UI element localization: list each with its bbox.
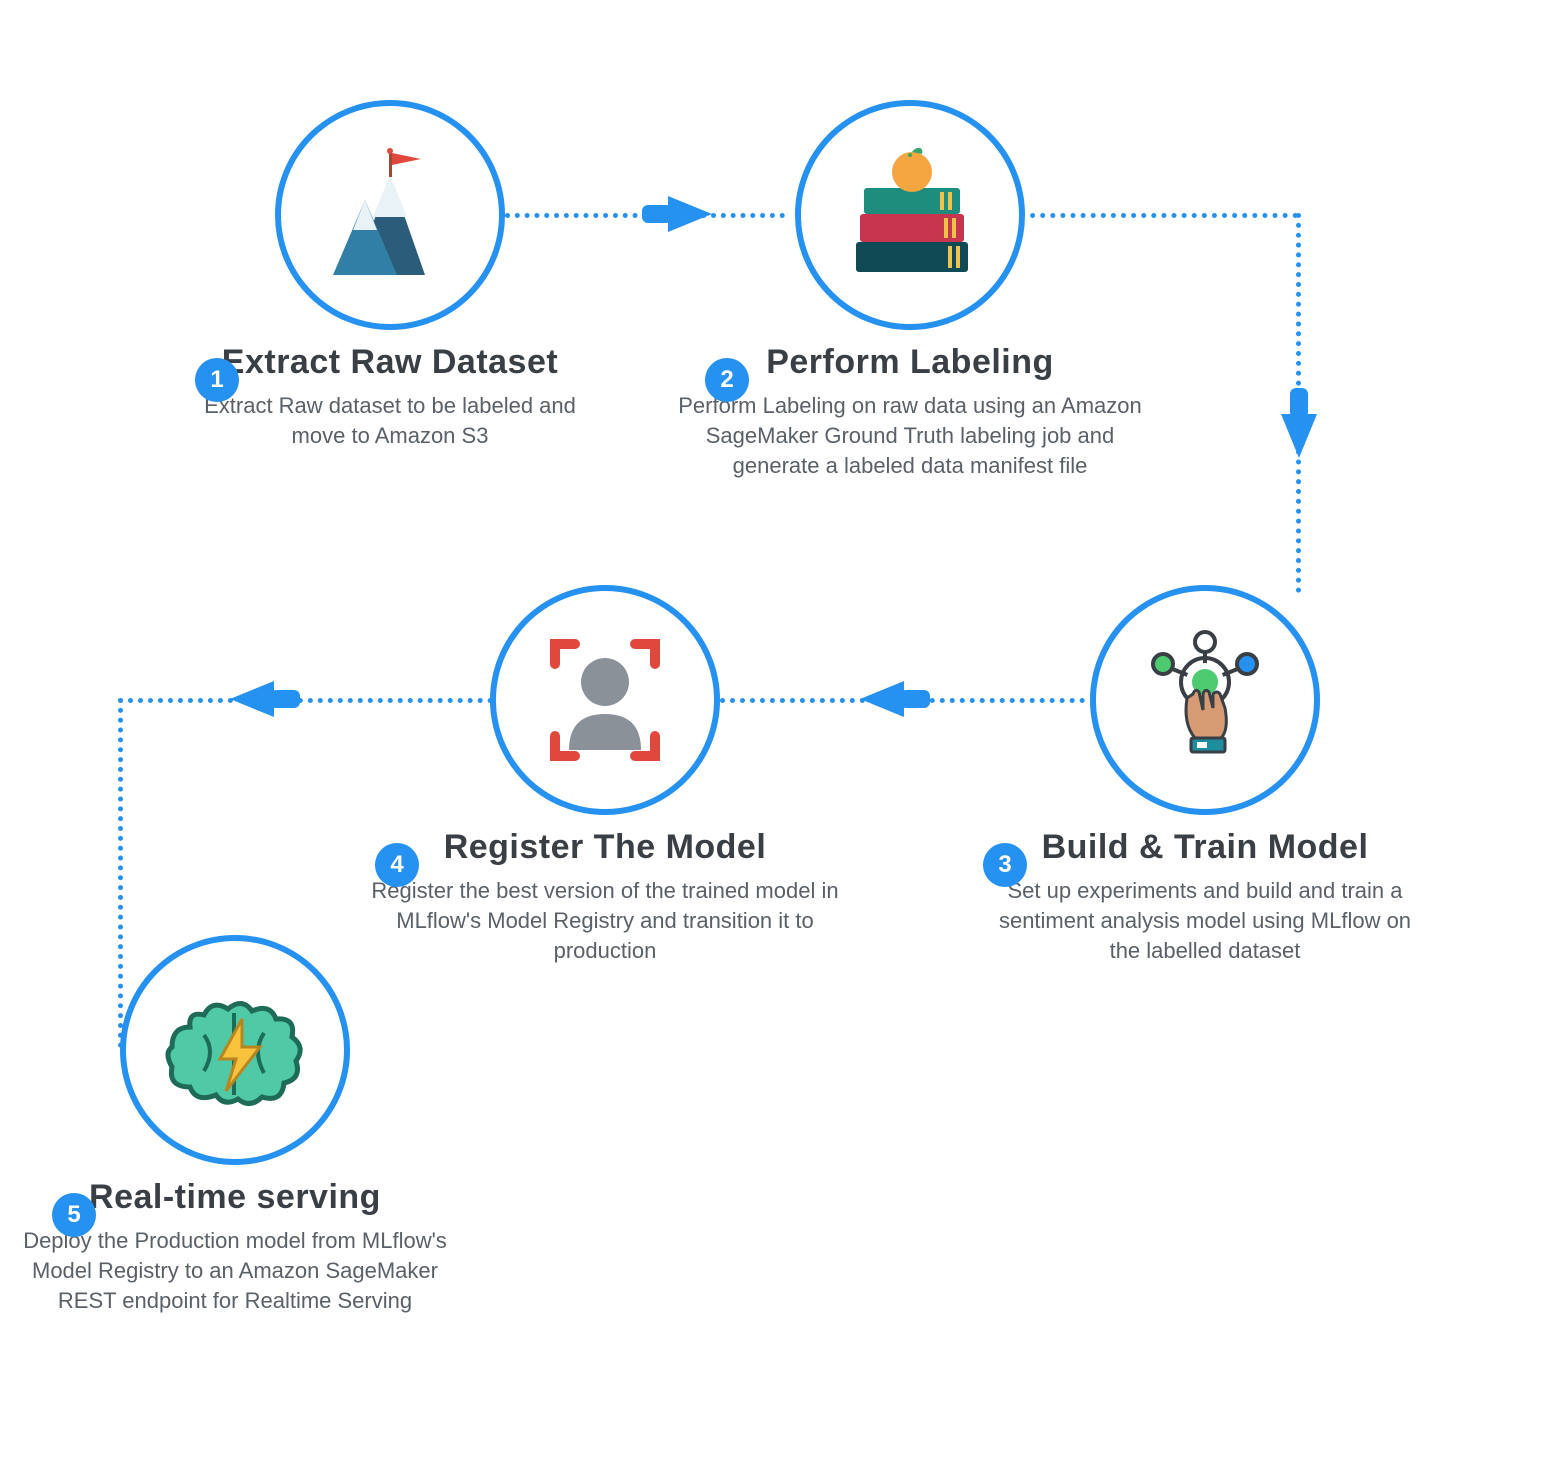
step-1-desc: Extract Raw dataset to be labeled and mo… [175, 391, 605, 450]
workflow-diagram: 1 Extract Raw Dataset Extract Raw datase… [0, 0, 1542, 1478]
step-5-desc: Deploy the Production model from MLflow'… [0, 1226, 470, 1315]
avatar-frame-icon [525, 620, 685, 780]
step-2-desc: Perform Labeling on raw data using an Am… [665, 391, 1155, 480]
step-1-circle [275, 100, 505, 330]
step-1-title: Extract Raw Dataset [175, 344, 605, 381]
step-3-badge: 3 [983, 843, 1027, 887]
step-4-circle [490, 585, 720, 815]
step-3-title: Build & Train Model [975, 829, 1435, 866]
arrow-4-5-tail [270, 690, 300, 708]
step-2-badge: 2 [705, 358, 749, 402]
arrow-3-4-tail [900, 690, 930, 708]
step-4: 4 Register The Model Register the best v… [345, 585, 865, 965]
step-1: 1 Extract Raw Dataset Extract Raw datase… [175, 100, 605, 451]
step-3-desc: Set up experiments and build and train a… [975, 876, 1435, 965]
step-5-number: 5 [67, 1201, 80, 1229]
step-4-number: 4 [390, 851, 403, 879]
step-5-badge: 5 [52, 1193, 96, 1237]
step-2-number: 2 [720, 366, 733, 394]
arrow-2-3-head [1281, 414, 1317, 458]
arrow-4-5-head [230, 681, 274, 717]
step-4-title: Register The Model [345, 829, 865, 866]
step-3: 3 Build & Train Model Set up experiments… [975, 585, 1435, 965]
step-4-badge: 4 [375, 843, 419, 887]
step-3-circle [1090, 585, 1320, 815]
step-1-badge: 1 [195, 358, 239, 402]
step-5-circle [120, 935, 350, 1165]
step-2: 2 Perform Labeling Perform Labeling on r… [665, 100, 1155, 480]
arrow-3-4-head [860, 681, 904, 717]
mountain-flag-icon [315, 145, 465, 285]
hand-nodes-icon [1125, 620, 1285, 780]
books-orange-icon [830, 140, 990, 290]
step-1-number: 1 [210, 366, 223, 394]
step-5: 5 Real-time serving Deploy the Productio… [0, 935, 470, 1315]
brain-bolt-icon [150, 975, 320, 1125]
step-3-number: 3 [998, 851, 1011, 879]
step-2-circle [795, 100, 1025, 330]
